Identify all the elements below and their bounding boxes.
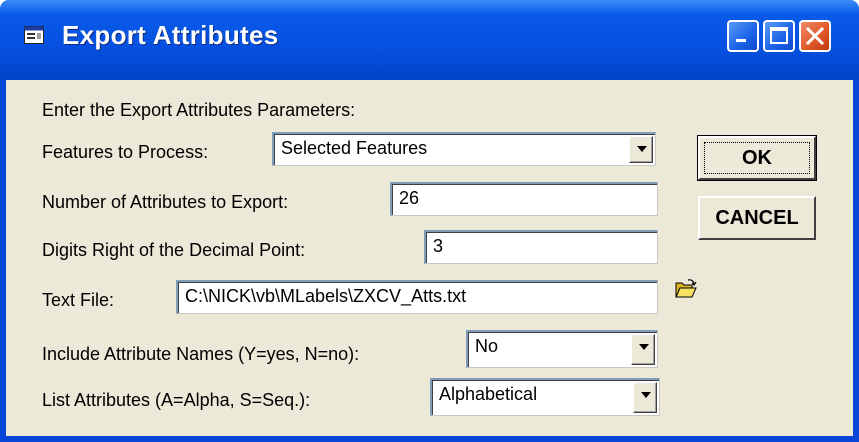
close-icon — [805, 26, 825, 46]
include-names-dropdown-button[interactable] — [631, 334, 655, 365]
include-names-value: No — [475, 336, 499, 356]
features-label: Features to Process: — [42, 142, 209, 162]
ok-button[interactable]: OK — [697, 135, 817, 181]
list-attributes-value: Alphabetical — [439, 384, 538, 404]
cancel-button-label: CANCEL — [715, 207, 799, 229]
list-attributes-combo[interactable]: Alphabetical — [430, 378, 660, 416]
header-label: Enter the Export Attributes Parameters: — [42, 100, 356, 120]
num-attributes-label: Number of Attributes to Export: — [42, 192, 289, 212]
ok-button-label: OK — [742, 147, 772, 169]
chevron-down-icon — [639, 344, 649, 350]
text-file-label: Text File: — [42, 290, 115, 310]
maximize-icon — [770, 27, 788, 44]
features-combo[interactable]: Selected Features — [272, 132, 656, 166]
dialog-body: Enter the Export Attributes Parameters: … — [6, 80, 853, 436]
list-attributes-dropdown-button[interactable] — [633, 382, 657, 413]
text-file-input[interactable]: C:\NICK\vb\MLabels\ZXCV_Atts.txt — [176, 280, 658, 314]
window-title: Export Attributes — [62, 20, 279, 50]
text-file-value: C:\NICK\vb\MLabels\ZXCV_Atts.txt — [185, 286, 467, 306]
digits-value: 3 — [433, 236, 444, 256]
dialog-window: Export Attributes Enter the Export Attri… — [0, 0, 859, 442]
cancel-button[interactable]: CANCEL — [698, 196, 816, 240]
title-bar[interactable]: Export Attributes — [0, 0, 859, 80]
form-icon — [24, 26, 44, 44]
list-attributes-label: List Attributes (A=Alpha, S=Seq.): — [42, 390, 311, 410]
open-folder-icon[interactable] — [675, 279, 697, 299]
minimize-button[interactable] — [727, 20, 759, 52]
chevron-down-icon — [637, 146, 647, 152]
features-value: Selected Features — [281, 138, 428, 158]
num-attributes-input[interactable]: 26 — [390, 182, 658, 216]
num-attributes-value: 26 — [399, 188, 420, 208]
minimize-icon — [736, 39, 746, 42]
close-button[interactable] — [799, 20, 831, 52]
include-names-label: Include Attribute Names (Y=yes, N=no): — [42, 344, 360, 364]
features-dropdown-button[interactable] — [629, 136, 653, 163]
include-names-combo[interactable]: No — [466, 330, 658, 368]
maximize-button[interactable] — [763, 20, 795, 52]
digits-label: Digits Right of the Decimal Point: — [42, 240, 306, 260]
chevron-down-icon — [641, 392, 651, 398]
digits-input[interactable]: 3 — [424, 230, 658, 264]
